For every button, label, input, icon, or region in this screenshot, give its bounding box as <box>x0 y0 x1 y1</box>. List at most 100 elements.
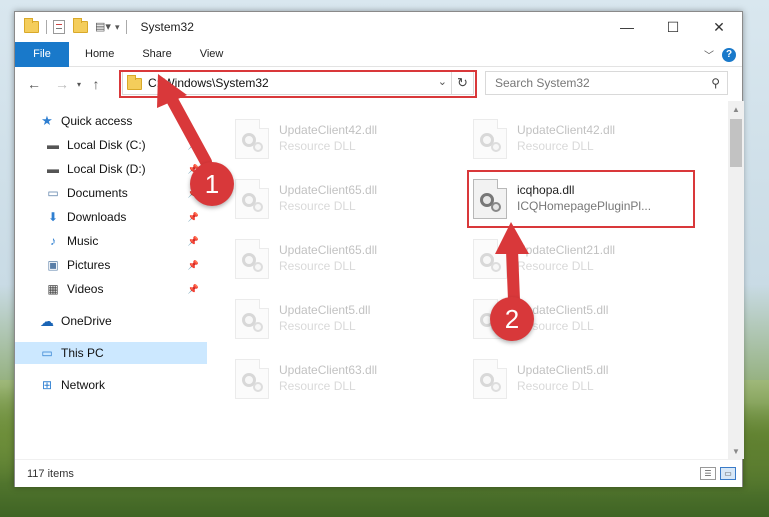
sidebar-item-label: Local Disk (C:) <box>67 138 146 152</box>
forward-arrow-icon[interactable]: → <box>51 76 73 92</box>
sidebar-item-label: Videos <box>67 282 104 296</box>
sidebar-item-network[interactable]: ⊞ Network <box>15 374 207 396</box>
sidebar-item-label: This PC <box>61 346 104 360</box>
sidebar-item-music[interactable]: ♪ Music 📌 <box>15 230 207 252</box>
list-item[interactable]: UpdateClient42.dll Resource DLL <box>235 119 455 165</box>
pin-icon[interactable]: 📌 <box>188 260 199 271</box>
customize-toolbar-icon[interactable]: ▾ <box>115 22 120 33</box>
documents-icon: ▭ <box>47 186 59 200</box>
file-type: Resource DLL <box>517 379 594 393</box>
close-button[interactable]: ✕ <box>696 12 742 42</box>
file-type: Resource DLL <box>517 139 594 153</box>
pin-icon[interactable]: 📌 <box>188 140 199 151</box>
list-item[interactable]: UpdateClient65.dll Resource DLL <box>235 179 455 225</box>
file-name: UpdateClient65.dll <box>279 243 378 257</box>
network-icon: ⊞ <box>41 378 53 392</box>
file-name: UpdateClient5.dll <box>279 303 371 317</box>
sidebar-item-this-pc[interactable]: ▭ This PC <box>15 342 207 364</box>
dll-file-icon <box>235 179 269 219</box>
file-name: UpdateClient65.dll <box>279 183 378 197</box>
dll-file-icon <box>473 119 507 159</box>
sidebar-item-local-disk-d[interactable]: ▬ Local Disk (D:) 📌 <box>15 158 207 180</box>
properties-icon[interactable] <box>53 20 65 34</box>
search-placeholder: Search System32 <box>495 76 590 90</box>
file-name: UpdateClient42.dll <box>279 123 378 137</box>
list-item[interactable]: UpdateClient21.dll Resource DLL <box>473 239 693 285</box>
new-folder-icon[interactable] <box>73 18 89 35</box>
back-arrow-icon[interactable]: ← <box>23 76 45 92</box>
address-row: ← → ▾ ↑ C:\Windows\System32 ⌄ ↻ Search S… <box>15 67 742 101</box>
file-name: UpdateClient5.dll <box>517 363 609 377</box>
scroll-up-icon[interactable]: ▲ <box>728 101 744 117</box>
highlight-box-file <box>467 170 695 228</box>
list-item[interactable]: UpdateClient5.dll Resource DLL <box>473 359 693 405</box>
window-controls: — ☐ ✕ <box>604 12 742 42</box>
pictures-icon: ▣ <box>47 258 59 272</box>
status-bar: 117 items ☰ ▭ <box>15 459 742 487</box>
computer-icon: ▭ <box>41 346 53 360</box>
navigation-pane: ★ Quick access ▬ Local Disk (C:) 📌 ▬ Loc… <box>15 101 211 459</box>
up-arrow-icon[interactable]: ↑ <box>85 76 107 92</box>
list-item[interactable]: UpdateClient63.dll Resource DLL <box>235 359 455 405</box>
file-name: UpdateClient42.dll <box>517 123 616 137</box>
sidebar-item-downloads[interactable]: ⬇ Downloads 📌 <box>15 206 207 228</box>
vertical-scrollbar[interactable]: ▲ ▼ <box>728 101 744 459</box>
tab-view[interactable]: View <box>186 48 238 60</box>
sidebar-item-label: Documents <box>67 186 128 200</box>
title-bar: ▤▾ ▾ System32 — ☐ ✕ <box>15 12 742 42</box>
sidebar-item-onedrive[interactable]: ☁ OneDrive <box>15 310 207 332</box>
recent-locations-icon[interactable]: ▾ <box>73 80 85 89</box>
download-icon: ⬇ <box>47 210 59 224</box>
star-icon: ★ <box>41 113 53 128</box>
highlight-box-address <box>119 70 477 98</box>
scroll-thumb[interactable] <box>730 119 742 167</box>
videos-icon: ▦ <box>47 282 59 296</box>
ribbon-tabs: File Home Share View ﹀ ? <box>15 41 742 67</box>
folder-icon <box>24 18 40 35</box>
sidebar-item-label: Music <box>67 234 99 248</box>
dll-file-icon <box>473 359 507 399</box>
large-icons-view-icon[interactable]: ▭ <box>720 467 736 480</box>
sidebar-item-local-disk-c[interactable]: ▬ Local Disk (C:) 📌 <box>15 134 207 156</box>
window-title: System32 <box>140 20 194 34</box>
item-count: 117 items <box>27 467 74 480</box>
sidebar-item-quick-access[interactable]: ★ Quick access <box>15 110 207 132</box>
sidebar-item-label: Pictures <box>67 258 111 272</box>
maximize-button[interactable]: ☐ <box>650 12 696 42</box>
pin-icon[interactable]: 📌 <box>188 236 199 247</box>
file-type: Resource DLL <box>279 379 356 393</box>
details-view-icon[interactable]: ☰ <box>700 467 716 480</box>
tab-home[interactable]: Home <box>69 48 128 60</box>
list-item[interactable]: UpdateClient42.dll Resource DLL <box>473 119 693 165</box>
search-input[interactable]: Search System32 ⚲ <box>485 71 728 95</box>
minimize-button[interactable]: — <box>604 12 650 42</box>
view-options-icon[interactable]: ▤▾ <box>95 19 111 35</box>
file-list: UpdateClient42.dll Resource DLL UpdateCli… <box>211 101 728 459</box>
divider <box>125 20 127 34</box>
tab-file[interactable]: File <box>15 41 69 67</box>
list-item[interactable]: UpdateClient65.dll Resource DLL <box>235 239 455 285</box>
cloud-icon: ☁ <box>40 312 54 329</box>
dll-file-icon <box>235 299 269 339</box>
step-1-badge: 1 <box>190 162 234 206</box>
drive-icon: ▬ <box>47 138 59 152</box>
tab-share[interactable]: Share <box>128 48 185 60</box>
sidebar-item-videos[interactable]: ▦ Videos 📌 <box>15 278 207 300</box>
step-2-badge: 2 <box>490 297 534 341</box>
file-type: Resource DLL <box>279 319 356 333</box>
sidebar-item-documents[interactable]: ▭ Documents 📌 <box>15 182 207 204</box>
music-icon: ♪ <box>50 234 56 248</box>
sidebar-item-pictures[interactable]: ▣ Pictures 📌 <box>15 254 207 276</box>
dll-file-icon <box>235 359 269 399</box>
scroll-down-icon[interactable]: ▼ <box>728 443 744 459</box>
pin-icon[interactable]: 📌 <box>188 284 199 295</box>
help-icon[interactable]: ? <box>722 47 736 62</box>
sidebar-item-label: Quick access <box>61 114 133 128</box>
pin-icon[interactable]: 📌 <box>188 212 199 223</box>
sidebar-item-label: OneDrive <box>61 314 112 328</box>
file-explorer-window: ▤▾ ▾ System32 — ☐ ✕ File Home Share View… <box>14 11 744 487</box>
dll-file-icon <box>235 119 269 159</box>
file-type: Resource DLL <box>279 139 356 153</box>
list-item[interactable]: UpdateClient5.dll Resource DLL <box>235 299 455 345</box>
expand-ribbon-icon[interactable]: ﹀ <box>704 47 714 62</box>
